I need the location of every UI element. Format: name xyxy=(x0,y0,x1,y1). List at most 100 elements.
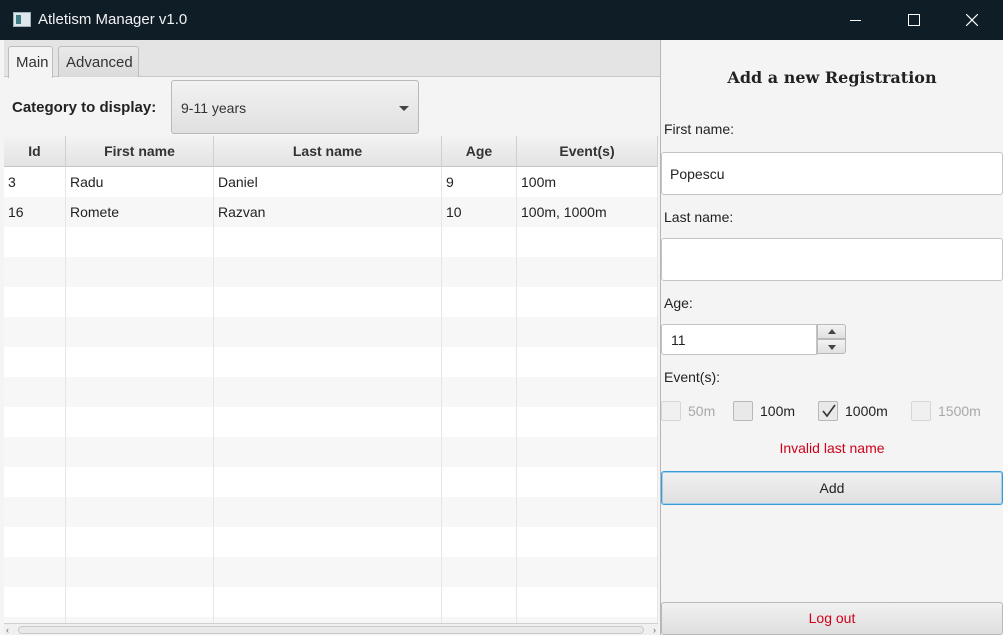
maximize-button[interactable] xyxy=(884,0,942,40)
age-spinner xyxy=(661,324,846,355)
table-row[interactable] xyxy=(4,347,658,377)
event-label-1000m: 1000m xyxy=(845,403,888,419)
table-cell xyxy=(66,497,214,527)
table-cell xyxy=(517,497,658,527)
category-dropdown[interactable]: 9-11 years xyxy=(171,80,419,134)
table-row[interactable] xyxy=(4,407,658,437)
age-label: Age: xyxy=(664,295,693,311)
table-cell xyxy=(214,347,442,377)
table-cell xyxy=(4,287,66,317)
table-cell xyxy=(4,227,66,257)
table-row[interactable] xyxy=(4,527,658,557)
minimize-button[interactable] xyxy=(826,0,884,40)
table-cell xyxy=(517,407,658,437)
table-row[interactable] xyxy=(4,497,658,527)
table-cell xyxy=(66,227,214,257)
table-cell: 100m, 1000m xyxy=(517,197,658,227)
logout-button[interactable]: Log out xyxy=(661,602,1003,635)
checkbox-box[interactable] xyxy=(733,401,753,421)
table-cell xyxy=(4,407,66,437)
checkbox-box[interactable] xyxy=(818,401,838,421)
checkbox-box[interactable] xyxy=(661,401,681,421)
table-row[interactable] xyxy=(4,557,658,587)
table-cell xyxy=(66,587,214,617)
table-cell xyxy=(214,377,442,407)
table-cell xyxy=(4,347,66,377)
left-pane: Main Advanced Category to display: 9-11 … xyxy=(0,40,661,635)
event-label-1500m: 1500m xyxy=(938,403,981,419)
table-row[interactable] xyxy=(4,377,658,407)
column-header-first-name[interactable]: First name xyxy=(66,136,214,167)
table-cell xyxy=(442,377,517,407)
table-cell xyxy=(442,467,517,497)
table-cell xyxy=(517,377,658,407)
table-cell xyxy=(4,437,66,467)
close-button[interactable] xyxy=(942,0,1000,40)
table-cell xyxy=(4,317,66,347)
table-row[interactable] xyxy=(4,317,658,347)
table-cell xyxy=(442,527,517,557)
table-cell: Daniel xyxy=(214,167,442,197)
table-row[interactable]: 3 Radu Daniel 9 100m xyxy=(4,167,658,197)
table-cell xyxy=(442,227,517,257)
table-row[interactable] xyxy=(4,257,658,287)
column-header-last-name[interactable]: Last name xyxy=(214,136,442,167)
table-row[interactable] xyxy=(4,467,658,497)
table-cell xyxy=(66,527,214,557)
table-cell xyxy=(4,257,66,287)
event-label-50m: 50m xyxy=(688,403,716,419)
column-header-id[interactable]: Id xyxy=(4,136,66,167)
table-cell xyxy=(442,587,517,617)
table-cell xyxy=(442,557,517,587)
table-cell: 100m xyxy=(517,167,658,197)
table-cell: 9 xyxy=(442,167,517,197)
tab-bar: Main Advanced xyxy=(4,40,660,78)
table-cell xyxy=(214,497,442,527)
table-row[interactable] xyxy=(4,227,658,257)
table-cell xyxy=(214,557,442,587)
table-cell xyxy=(214,587,442,617)
table-row[interactable] xyxy=(4,587,658,617)
table-cell xyxy=(66,287,214,317)
table-cell: Romete xyxy=(66,197,214,227)
age-field[interactable] xyxy=(661,324,817,355)
table-cell xyxy=(517,437,658,467)
table-cell: 10 xyxy=(442,197,517,227)
table-row[interactable] xyxy=(4,437,658,467)
table-cell xyxy=(4,377,66,407)
table-cell xyxy=(517,347,658,377)
column-header-events[interactable]: Event(s) xyxy=(517,136,658,167)
table-row[interactable] xyxy=(4,287,658,317)
table-cell xyxy=(214,317,442,347)
table-cell xyxy=(66,317,214,347)
registrations-table[interactable]: Id First name Last name Age Event(s) 3 Ra… xyxy=(4,136,658,635)
error-message: Invalid last name xyxy=(779,440,885,456)
table-row[interactable]: 16 Romete Razvan 10 100m, 1000m xyxy=(4,197,658,227)
horizontal-scrollbar[interactable]: ‹ › xyxy=(4,623,658,635)
tab-advanced[interactable]: Advanced xyxy=(58,46,139,77)
column-header-age[interactable]: Age xyxy=(442,136,517,167)
scrollbar-thumb[interactable] xyxy=(18,626,644,634)
scroll-right-icon[interactable]: › xyxy=(653,625,656,635)
scroll-left-icon[interactable]: ‹ xyxy=(6,625,9,635)
decrement-button[interactable] xyxy=(817,339,846,354)
first-name-field[interactable] xyxy=(661,152,1003,195)
table-cell xyxy=(442,347,517,377)
table-cell xyxy=(442,407,517,437)
table-cell xyxy=(214,407,442,437)
table-header: Id First name Last name Age Event(s) xyxy=(4,136,658,167)
checkbox-box[interactable] xyxy=(911,401,931,421)
checkmark-icon xyxy=(822,404,836,418)
table-cell xyxy=(517,227,658,257)
last-name-field[interactable] xyxy=(661,238,1003,281)
table-cell: 16 xyxy=(4,197,66,227)
table-cell xyxy=(517,317,658,347)
app-icon xyxy=(13,12,31,27)
table-cell xyxy=(66,437,214,467)
increment-button[interactable] xyxy=(817,324,846,339)
chevron-down-icon xyxy=(399,106,409,111)
add-button[interactable]: Add xyxy=(661,471,1003,505)
tab-main[interactable]: Main xyxy=(8,46,53,78)
title-bar: Atletism Manager v1.0 xyxy=(0,0,1003,40)
event-label-100m: 100m xyxy=(760,403,796,419)
